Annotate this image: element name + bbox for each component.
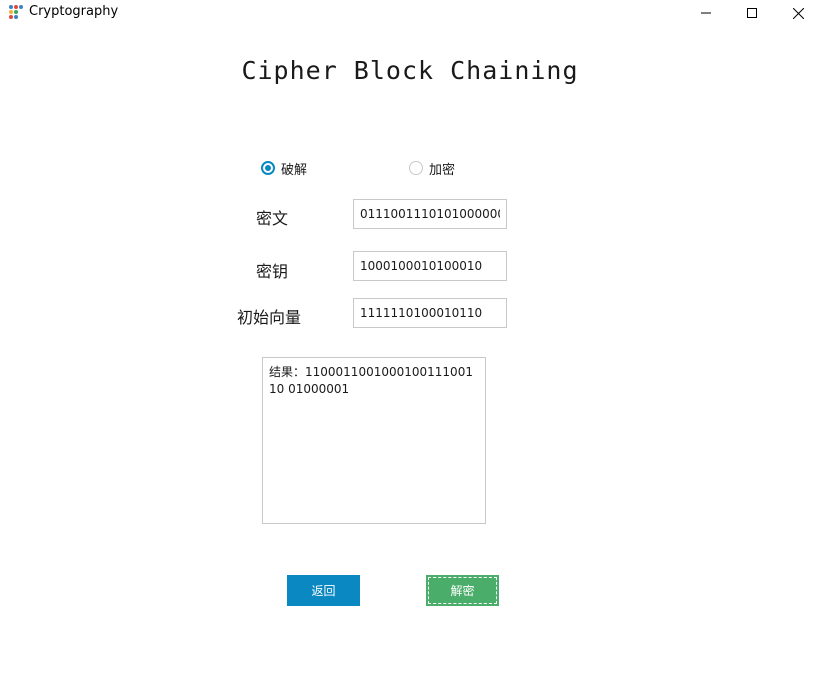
page-title: Cipher Block Chaining xyxy=(241,56,579,85)
radio-encrypt-label: 加密 xyxy=(429,162,456,178)
app-window: Cryptography Cipher Block Chaining 破解 加密… xyxy=(0,0,816,685)
radio-unchecked-icon xyxy=(409,161,423,175)
ciphertext-label: 密文 xyxy=(256,209,289,228)
radio-decrypt-mode[interactable]: 破解 xyxy=(261,160,308,178)
minimize-button[interactable] xyxy=(683,0,729,26)
iv-label: 初始向量 xyxy=(237,308,302,327)
minimize-icon xyxy=(701,12,711,14)
back-button[interactable]: 返回 xyxy=(287,575,360,606)
key-input[interactable] xyxy=(353,251,507,281)
ciphertext-input[interactable] xyxy=(353,199,507,229)
maximize-icon xyxy=(747,8,757,18)
radio-encrypt-mode[interactable]: 加密 xyxy=(409,160,456,178)
close-icon xyxy=(792,7,804,19)
app-logo-icon xyxy=(9,5,23,19)
iv-input[interactable] xyxy=(353,298,507,328)
radio-decrypt-label: 破解 xyxy=(281,162,308,178)
window-title: Cryptography xyxy=(29,4,119,19)
key-label: 密钥 xyxy=(256,262,289,281)
maximize-button[interactable] xyxy=(729,0,775,26)
title-bar: Cryptography xyxy=(0,0,816,26)
decrypt-button[interactable]: 解密 xyxy=(426,575,499,606)
result-textarea[interactable]: 结果：110001100100010011100110 01000001 xyxy=(262,357,486,524)
close-button[interactable] xyxy=(775,0,816,26)
radio-checked-icon xyxy=(261,161,275,175)
